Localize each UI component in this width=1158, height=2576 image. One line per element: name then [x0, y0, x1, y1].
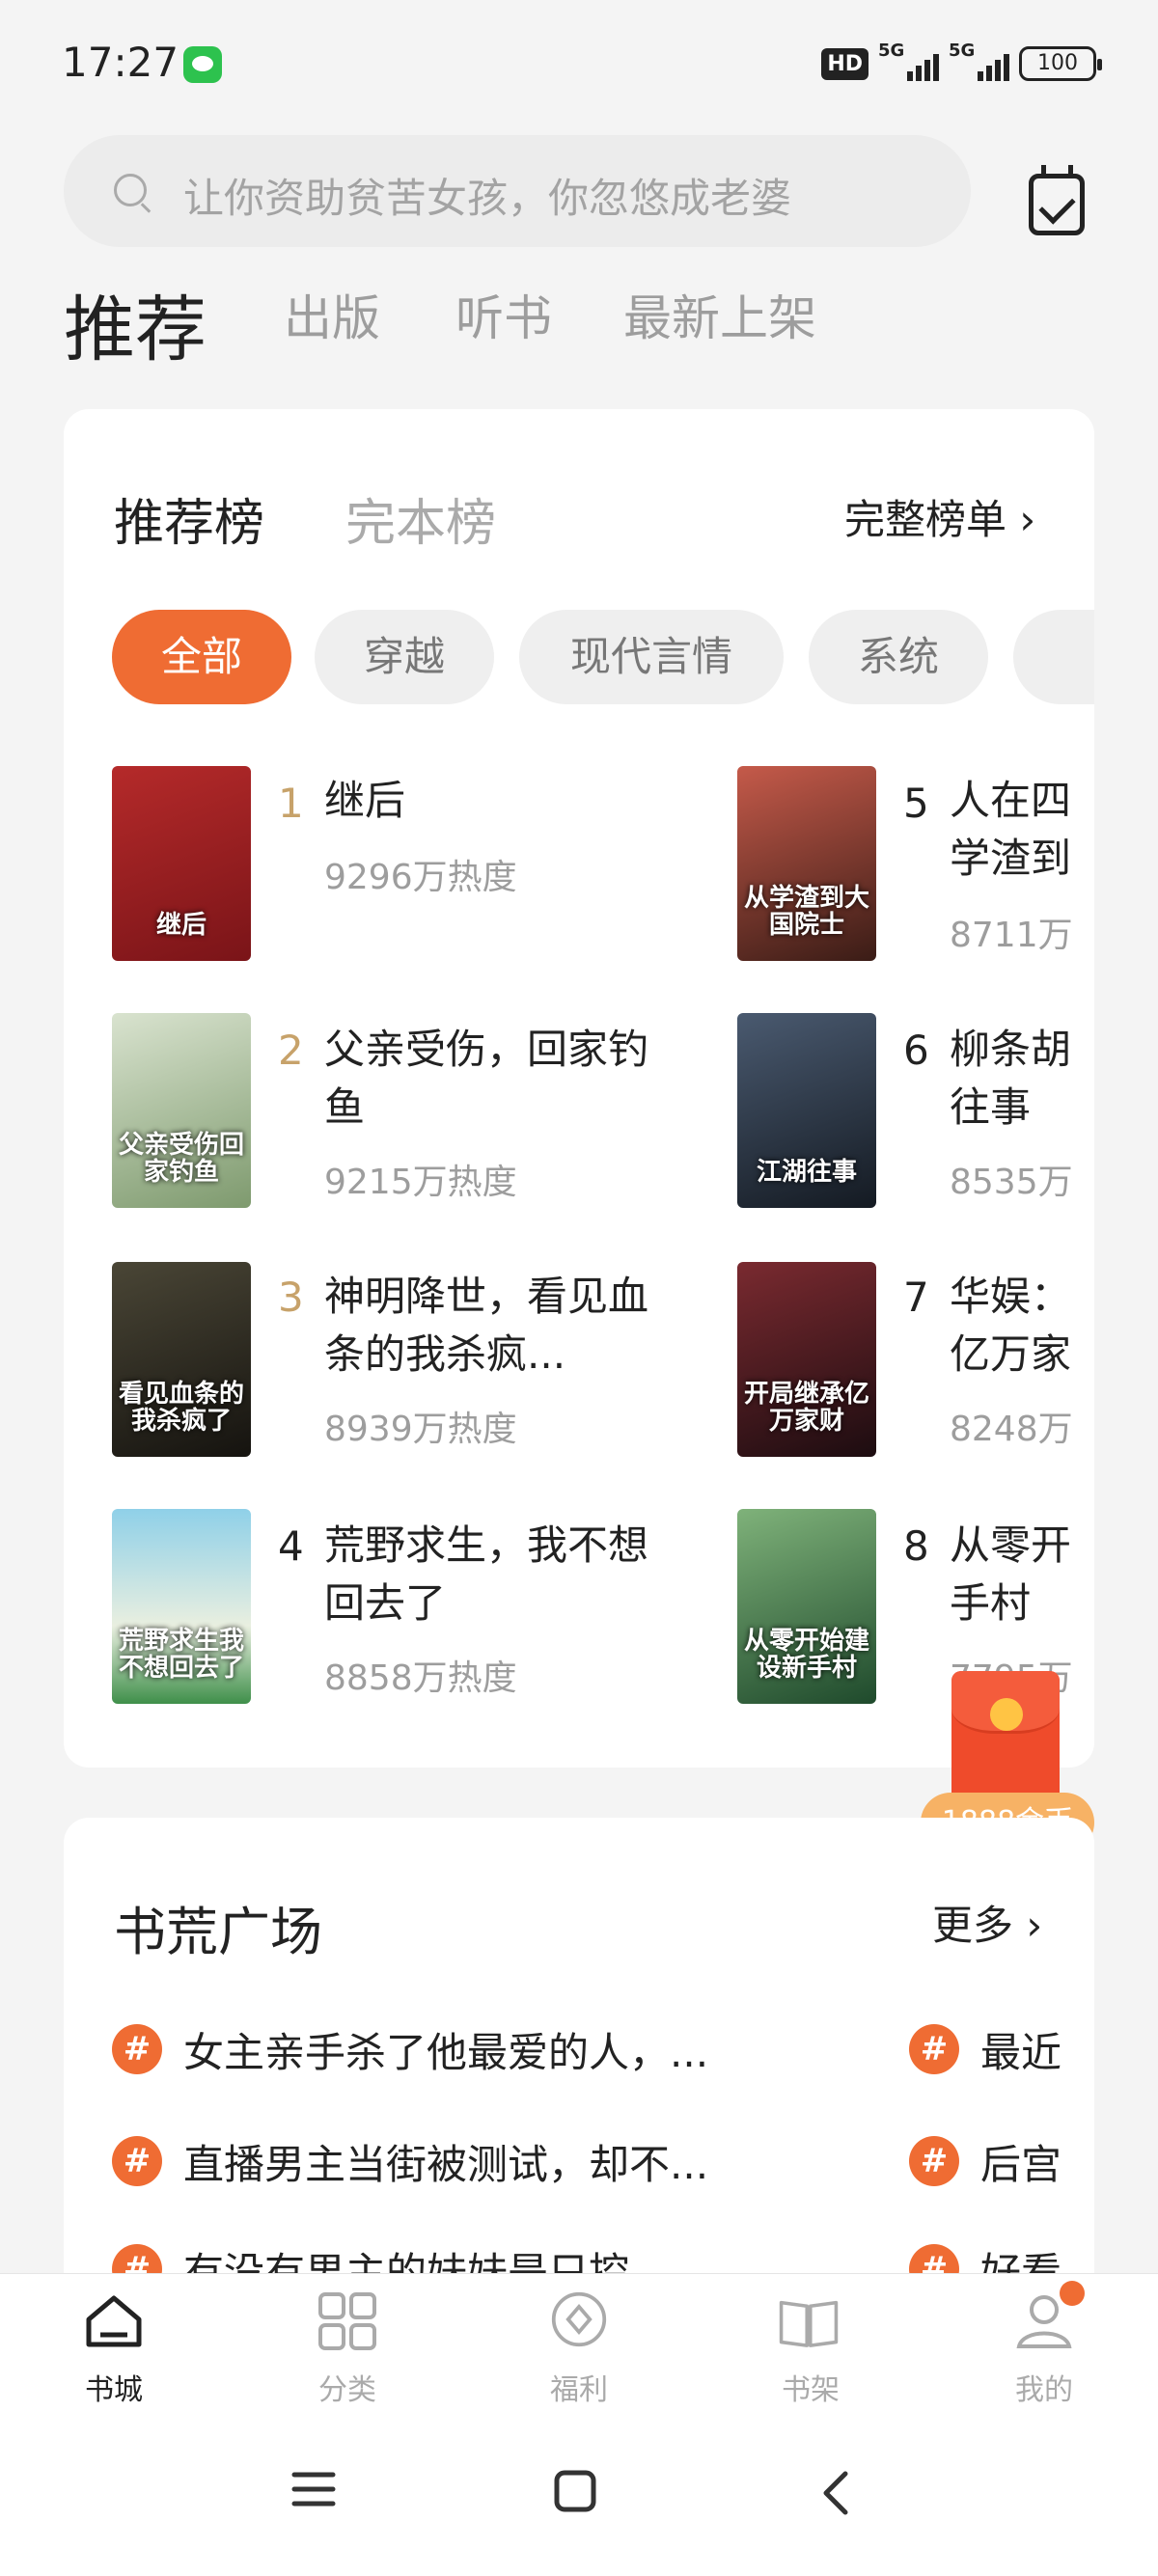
- topic-item[interactable]: 女主亲手杀了他最爱的人，...: [183, 2020, 772, 2079]
- tab-publish[interactable]: 出版: [284, 280, 380, 349]
- tab-recommend[interactable]: 推荐: [64, 272, 207, 375]
- book-cover[interactable]: 江湖往事: [737, 1013, 876, 1208]
- rank-number: 1: [278, 780, 304, 827]
- menu-icon[interactable]: [291, 2470, 336, 2508]
- chip-all[interactable]: 全部: [112, 610, 291, 704]
- book-heat: 8248万: [950, 1410, 1073, 1449]
- book-heat: 8939万热度: [324, 1410, 517, 1449]
- tab-new-arrivals[interactable]: 最新上架: [623, 280, 816, 349]
- signal-icon: 5G: [878, 41, 939, 81]
- search-icon: [114, 174, 147, 206]
- checkin-calendar-icon[interactable]: [1029, 165, 1085, 235]
- book-title-line2[interactable]: 亿万家: [950, 1326, 1094, 1384]
- battery-icon: 100: [1019, 46, 1102, 81]
- chip-modern-romance[interactable]: 现代言情: [519, 610, 784, 704]
- book-title[interactable]: 从零开: [950, 1517, 1094, 1575]
- book-title[interactable]: 荒野求生，我不想回去了: [324, 1517, 652, 1632]
- bookstore-home-icon[interactable]: [83, 2292, 145, 2350]
- full-ranking-link[interactable]: 完整榜单 ›: [844, 487, 1035, 546]
- book-cover[interactable]: 开局继承亿万家财: [737, 1262, 876, 1457]
- topic-item[interactable]: 直播男主当街被测试，却不...: [183, 2132, 772, 2191]
- hashtag-icon: #: [112, 2136, 162, 2186]
- rank-number: 3: [278, 1274, 304, 1321]
- book-title[interactable]: 神明降世，看见血条的我杀疯...: [324, 1268, 652, 1384]
- rank-number: 8: [903, 1522, 929, 1570]
- book-cover[interactable]: 从零开始建设新手村: [737, 1509, 876, 1704]
- rank-number: 2: [278, 1027, 304, 1074]
- book-heat: 9296万热度: [324, 858, 517, 897]
- book-title[interactable]: 继后: [324, 772, 652, 830]
- rank-number: 4: [278, 1522, 304, 1570]
- rank-number: 7: [903, 1274, 929, 1321]
- tab-recommend-rank[interactable]: 推荐榜: [114, 482, 264, 555]
- book-heat: 8535万: [950, 1163, 1073, 1202]
- book-title[interactable]: 柳条胡: [950, 1021, 1094, 1079]
- category-grid-icon[interactable]: [317, 2292, 378, 2350]
- book-title-line2[interactable]: 学渣到: [950, 830, 1094, 888]
- rank-number: 6: [903, 1027, 929, 1074]
- hashtag-icon: #: [112, 2024, 162, 2074]
- chip-system[interactable]: 系统: [809, 610, 988, 704]
- book-title[interactable]: 华娱：: [950, 1268, 1094, 1326]
- wechat-notification-icon: [183, 46, 222, 83]
- back-icon[interactable]: [820, 2470, 849, 2516]
- status-time: 17:27: [62, 39, 179, 86]
- tab-audiobook[interactable]: 听书: [455, 280, 552, 349]
- book-title-line2[interactable]: 往事: [950, 1079, 1094, 1137]
- book-heat: 8858万热度: [324, 1658, 517, 1698]
- hashtag-icon: #: [909, 2136, 959, 2186]
- notification-dot: [1060, 2281, 1085, 2306]
- book-title-line2[interactable]: 手村: [950, 1575, 1094, 1632]
- bookshelf-icon[interactable]: [778, 2294, 840, 2352]
- nav-bookstore-label[interactable]: 书城: [37, 2366, 191, 2408]
- book-cover[interactable]: 继后: [112, 766, 251, 961]
- section-title: 书荒广场: [114, 1902, 322, 1962]
- book-cover[interactable]: 从学渣到大国院士: [737, 766, 876, 961]
- status-indicators: HD 5G 5G 100: [821, 41, 1102, 85]
- book-heat: 9215万热度: [324, 1163, 517, 1202]
- chip-time-travel[interactable]: 穿越: [315, 610, 494, 704]
- nav-category-label[interactable]: 分类: [270, 2366, 425, 2408]
- search-placeholder[interactable]: 让你资助贫苦女孩，你忽悠成老婆: [183, 166, 791, 225]
- nav-profile-label[interactable]: 我的: [967, 2366, 1121, 2408]
- hd-icon: HD: [821, 47, 868, 80]
- book-cover[interactable]: 父亲受伤回家钓鱼: [112, 1013, 251, 1208]
- book-heat: 8711万: [950, 916, 1073, 955]
- hashtag-icon: #: [909, 2024, 959, 2074]
- book-cover[interactable]: 看见血条的我杀疯了: [112, 1262, 251, 1457]
- book-title[interactable]: 父亲受伤，回家钓鱼: [324, 1021, 652, 1137]
- book-title[interactable]: 人在四: [950, 772, 1094, 830]
- nav-welfare-label[interactable]: 福利: [502, 2366, 656, 2408]
- nav-bookshelf-label[interactable]: 书架: [733, 2366, 888, 2408]
- coin-icon: [990, 1698, 1023, 1731]
- topic-item[interactable]: 最近: [980, 2020, 1094, 2079]
- rank-number: 5: [903, 780, 929, 827]
- tab-finished-rank[interactable]: 完本榜: [345, 482, 496, 555]
- welfare-icon[interactable]: [548, 2290, 610, 2348]
- topic-item[interactable]: 后宫: [980, 2132, 1094, 2191]
- more-link[interactable]: 更多 ›: [932, 1893, 1042, 1952]
- home-square-icon[interactable]: [554, 2470, 596, 2512]
- signal-icon-2: 5G: [949, 41, 1009, 81]
- book-cover[interactable]: 荒野求生我不想回去了: [112, 1509, 251, 1704]
